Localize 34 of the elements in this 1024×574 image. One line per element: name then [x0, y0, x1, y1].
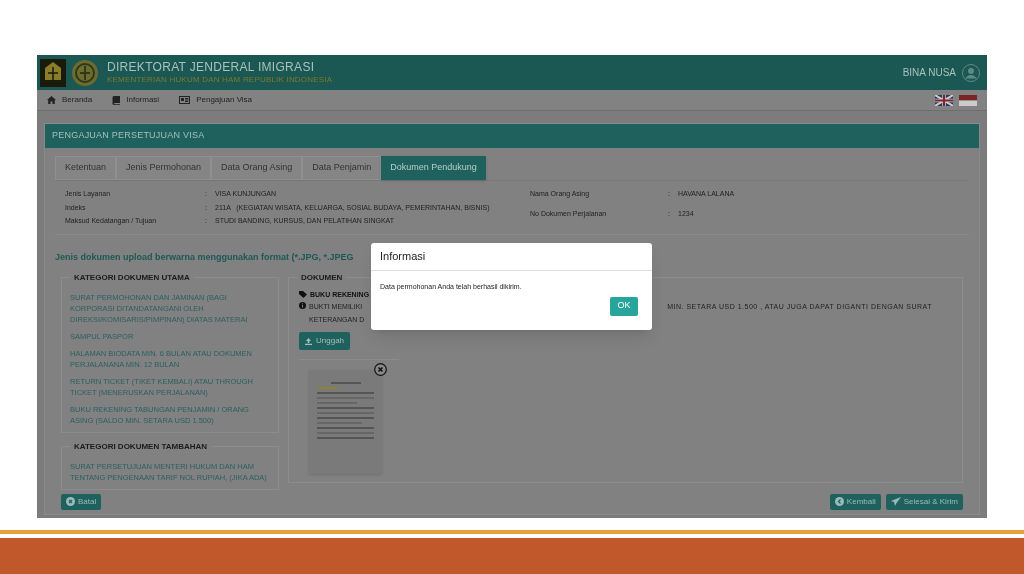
submit-button[interactable]: Selesai & Kirim — [885, 493, 963, 510]
back-button[interactable]: Kembali — [829, 493, 881, 510]
tab[interactable]: Data Orang Asing — [211, 156, 303, 180]
ok-button[interactable]: OK — [610, 296, 638, 316]
tab[interactable]: Jenis Permohonan — [116, 156, 212, 180]
tab[interactable]: Data Penjamin — [302, 156, 382, 180]
emblem-icon — [40, 58, 66, 87]
format-note: Jenis dokumen upload berwarna menggunakan format (*.JPG, *.JPEG — [55, 251, 354, 262]
upload-button[interactable]: Unggah — [299, 332, 351, 350]
user-name: BINA NUSA — [902, 66, 956, 80]
close-icon — [66, 497, 75, 506]
remove-icon[interactable] — [374, 363, 387, 376]
document-thumbnail[interactable] — [309, 370, 382, 474]
tab[interactable]: Ketentuan — [55, 156, 117, 180]
send-icon — [890, 497, 901, 506]
back-icon — [834, 497, 844, 506]
id-card-icon — [179, 96, 191, 104]
nav-link[interactable]: Informasi — [112, 94, 160, 106]
upload-icon — [305, 337, 312, 345]
book-icon — [112, 95, 121, 105]
dialog-title: Informasi — [380, 249, 426, 265]
home-icon — [47, 96, 56, 104]
indonesia-flag-icon[interactable] — [959, 94, 977, 106]
agency-title: DIREKTORAT JENDERAL IMIGRASI — [107, 60, 316, 75]
tag-icon — [299, 291, 307, 299]
tab[interactable]: Dokumen Pendukung — [381, 156, 486, 180]
nav-link[interactable]: Pengajuan Visa — [179, 94, 253, 106]
ministry-subtitle: KEMENTERIAN HUKUM DAN HAM REPUBLIK INDONESIA — [107, 75, 333, 85]
nav-link[interactable]: Beranda — [47, 94, 93, 106]
cancel-button[interactable]: Batal — [61, 493, 102, 510]
seal-icon — [70, 57, 100, 88]
info-icon — [299, 302, 306, 309]
uk-flag-icon[interactable] — [935, 94, 953, 106]
panel-title: PENGAJUAN PERSETUJUAN VISA — [45, 124, 979, 148]
